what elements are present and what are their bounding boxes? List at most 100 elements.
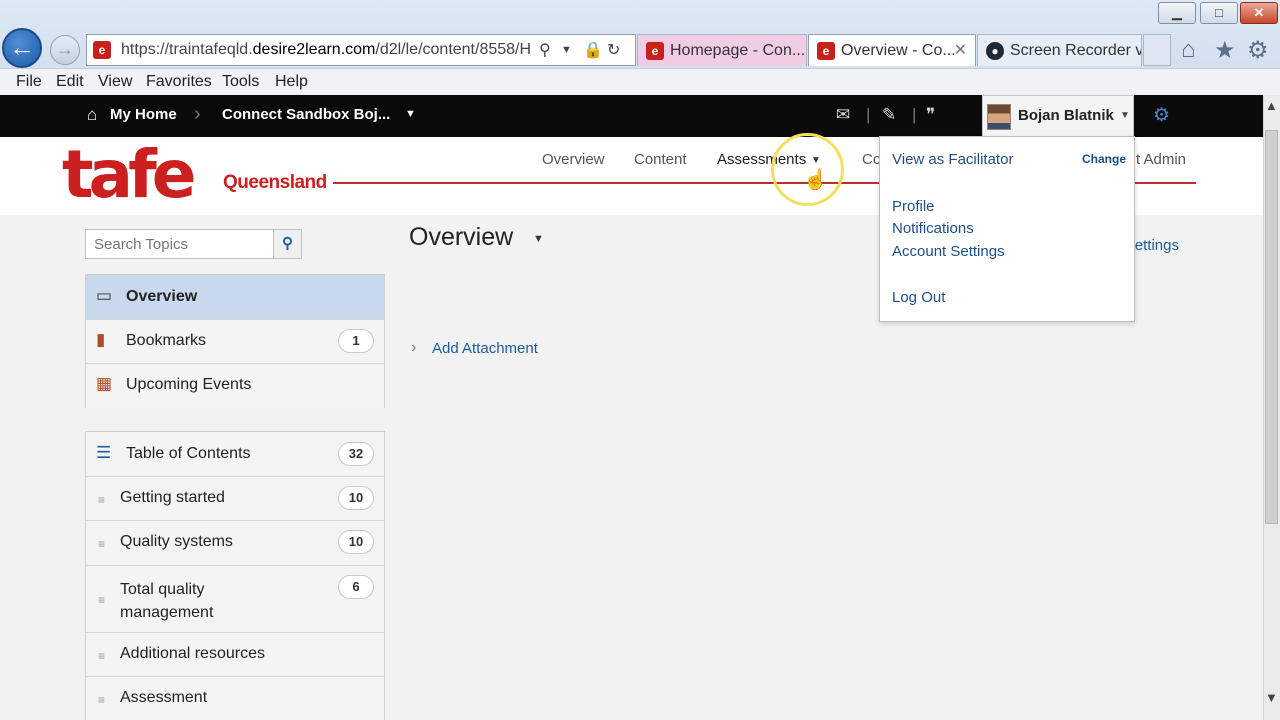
gear-icon[interactable]: ⚙ <box>1247 36 1269 65</box>
url-domain: desire2learn.com <box>252 41 376 58</box>
search-topics-input[interactable] <box>85 229 274 259</box>
sidebar-module-quality-systems[interactable]: ≡ Quality systems 10 <box>86 521 384 566</box>
caret-down-icon[interactable]: ▼ <box>405 108 416 120</box>
notifications-link[interactable]: Notifications <box>892 220 974 237</box>
account-settings-link[interactable]: Account Settings <box>892 243 1005 260</box>
presentation-icon: ▭ <box>96 286 113 305</box>
drag-handle-icon[interactable]: ≡ <box>98 693 105 707</box>
sidebar-item-label: Bookmarks <box>126 332 207 349</box>
sidebar-module-assessment[interactable]: ≡ Assessment <box>86 677 384 720</box>
sidebar-item-label: Table of Contents <box>126 445 251 462</box>
course-selector[interactable]: Connect Sandbox Boj... <box>222 106 390 123</box>
profile-link[interactable]: Profile <box>892 198 935 215</box>
logout-link[interactable]: Log Out <box>892 289 945 306</box>
search-button[interactable]: ⚲ <box>273 229 302 259</box>
forward-button[interactable]: → <box>50 35 80 65</box>
new-tab-button[interactable] <box>1143 34 1171 66</box>
mail-icon[interactable]: ✉ <box>836 105 850 125</box>
menu-view[interactable]: View <box>98 73 132 91</box>
arrow-left-icon: ← <box>9 32 35 62</box>
chevron-down-icon[interactable]: ▼ <box>1265 690 1278 705</box>
close-icon[interactable]: ✕ <box>954 35 967 66</box>
sidebar-item-overview[interactable]: ▭ Overview <box>86 275 384 320</box>
count-badge: 6 <box>338 575 374 599</box>
close-window-button[interactable]: ✕ <box>1240 2 1278 24</box>
url-path: /d2l/le/content/8558/Ho <box>375 41 531 58</box>
url-prefix: https://traintafeqld. <box>121 41 253 58</box>
back-button[interactable]: ← <box>2 28 42 68</box>
address-url[interactable]: https://traintafeqld.desire2learn.com/d2… <box>121 41 531 59</box>
sidebar-item-table-of-contents[interactable]: ☰ Table of Contents 32 <box>86 432 384 477</box>
address-bar[interactable]: e https://traintafeqld.desire2learn.com/… <box>86 34 636 66</box>
drag-handle-icon[interactable]: ≡ <box>98 493 105 507</box>
chevron-down-icon[interactable]: ▼ <box>561 44 572 56</box>
queensland-logo-text: Queensland <box>223 172 327 193</box>
bookmark-icon: ▮ <box>96 330 106 349</box>
count-badge: 1 <box>338 329 374 353</box>
settings-link[interactable]: Settings <box>1128 237 1179 254</box>
chat-icon[interactable]: ❞ <box>926 105 935 125</box>
menu-edit[interactable]: Edit <box>56 73 84 91</box>
chevron-right-icon[interactable]: › <box>411 339 416 357</box>
user-menu-button[interactable]: Bojan Blatnik ▼ <box>982 95 1134 137</box>
module-label: Getting started <box>120 489 225 506</box>
star-icon[interactable]: ★ <box>1214 36 1236 65</box>
module-label: Additional resources <box>120 645 265 662</box>
notes-icon[interactable]: ✎ <box>882 105 896 125</box>
menu-tools[interactable]: Tools <box>222 73 259 91</box>
lock-icon[interactable]: 🔒 <box>583 40 603 60</box>
tafe-logo[interactable]: tafe <box>62 142 197 208</box>
home-icon[interactable]: ⌂ <box>87 105 97 125</box>
change-role-link[interactable]: Change <box>1082 152 1126 166</box>
sidebar-panel-top: ▭ Overview ▮ Bookmarks 1 ▦ Upcoming Even… <box>85 274 385 408</box>
d2l-favicon-icon: e <box>817 42 835 60</box>
sidebar-item-upcoming-events[interactable]: ▦ Upcoming Events <box>86 364 384 408</box>
sidebar-item-label: Upcoming Events <box>126 376 252 393</box>
refresh-icon[interactable]: ↻ <box>607 40 620 60</box>
browser-menubar: File Edit View Favorites Tools Help <box>0 68 1280 95</box>
my-home-link[interactable]: My Home <box>110 106 177 123</box>
divider: | <box>866 105 871 124</box>
sidebar-item-bookmarks[interactable]: ▮ Bookmarks 1 <box>86 320 384 364</box>
sidebar-module-additional-resources[interactable]: ≡ Additional resources <box>86 633 384 677</box>
chevron-up-icon[interactable]: ▲ <box>1265 98 1278 113</box>
course-nav-overview[interactable]: Overview <box>542 151 605 168</box>
user-dropdown-menu: View as Facilitator Change Profile Notif… <box>879 136 1135 322</box>
sidebar-module-getting-started[interactable]: ≡ Getting started 10 <box>86 477 384 521</box>
list-icon: ☰ <box>96 443 112 462</box>
minimize-button[interactable]: ▁ <box>1158 2 1196 24</box>
page-title: Overview <box>409 223 514 251</box>
avatar <box>987 104 1011 130</box>
browser-tab-screen-recorder[interactable]: ● Screen Recorder v... <box>977 34 1142 66</box>
sidebar-item-label: Overview <box>126 288 198 305</box>
scrollbar-thumb[interactable] <box>1265 130 1278 524</box>
caret-down-icon[interactable]: ▼ <box>533 233 544 245</box>
menu-help[interactable]: Help <box>275 73 308 91</box>
d2l-favicon-icon: e <box>646 42 664 60</box>
course-nav-content[interactable]: Content <box>634 151 687 168</box>
hand-cursor-icon: ☝ <box>803 169 828 191</box>
course-nav-admin[interactable]: t Admin <box>1136 151 1186 168</box>
calendar-icon: ▦ <box>96 374 113 393</box>
home-icon[interactable]: ⌂ <box>1181 36 1196 64</box>
caret-down-icon: ▼ <box>1120 110 1130 121</box>
sidebar-module-total-quality-management[interactable]: ≡ Total quality management 6 <box>86 566 384 633</box>
drag-handle-icon[interactable]: ≡ <box>98 649 105 663</box>
menu-file[interactable]: File <box>16 73 42 91</box>
menu-favorites[interactable]: Favorites <box>146 73 212 91</box>
module-label: Total quality management <box>120 581 214 621</box>
chevron-right-icon: › <box>194 103 201 125</box>
drag-handle-icon[interactable]: ≡ <box>98 537 105 551</box>
browser-tab-homepage[interactable]: e Homepage - Con... <box>637 34 807 66</box>
d2l-navbar: ⌂ My Home › Connect Sandbox Boj... ▼ ✉ |… <box>0 95 1263 137</box>
admin-gear-icon[interactable]: ⚙ <box>1153 104 1170 127</box>
search-icon[interactable]: ⚲ <box>539 40 551 60</box>
search-icon: ⚲ <box>282 235 293 252</box>
browser-tab-overview[interactable]: e Overview - Co... ✕ <box>808 34 976 66</box>
add-attachment-link[interactable]: Add Attachment <box>432 340 538 357</box>
recorder-favicon-icon: ● <box>986 42 1004 60</box>
drag-handle-icon[interactable]: ≡ <box>98 593 105 607</box>
divider: | <box>912 105 917 124</box>
maximize-button[interactable]: □ <box>1200 2 1238 24</box>
count-badge: 32 <box>338 442 374 466</box>
